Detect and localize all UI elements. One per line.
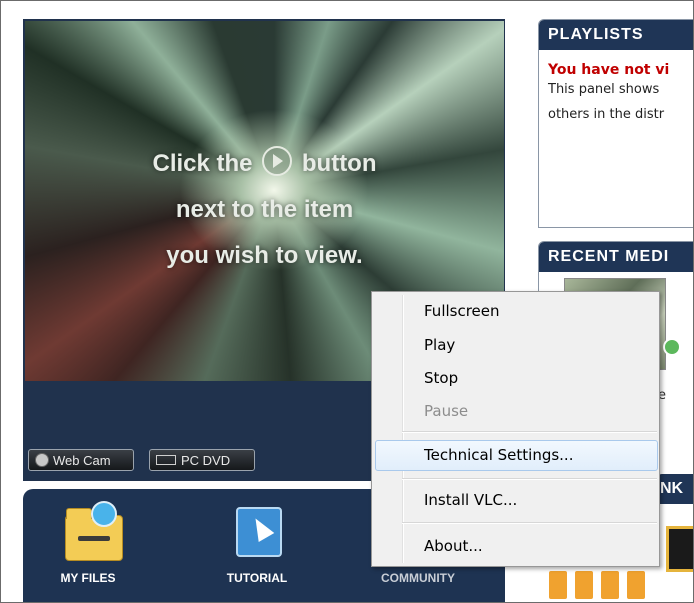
webcam-label: Web Cam [53, 453, 111, 468]
instruction-line3: you wish to view. [166, 242, 363, 269]
instruction-line1-after: button [301, 150, 377, 177]
links-panel: NK [656, 471, 693, 602]
instruction-line2: next to the item [175, 196, 354, 223]
arrow-cursor-shape [247, 513, 275, 543]
playlists-title: PLAYLISTS [539, 20, 693, 50]
pc-dvd-label: PC DVD [181, 453, 231, 468]
nav-label-community: COMMUNITY [381, 571, 455, 585]
video-instruction: Click the button next to the item you wi… [25, 141, 504, 279]
menu-separator [402, 522, 657, 524]
dvd-icon [156, 455, 176, 465]
pc-dvd-button[interactable]: PC DVD [149, 449, 255, 471]
playlists-panel: PLAYLISTS You have not vi This panel sho… [538, 19, 693, 228]
menu-item-stop[interactable]: Stop [424, 369, 458, 387]
menu-item-technical-settings[interactable]: Technical Settings... [424, 446, 573, 464]
playlists-text-line1: This panel shows [548, 82, 660, 97]
playlists-warning: You have not vi [548, 62, 670, 78]
disc-icon [91, 501, 117, 527]
links-image[interactable] [666, 526, 693, 572]
orange-bar-icon [575, 571, 593, 599]
nav-label-tutorial: TUTORIAL [226, 571, 288, 585]
menu-item-about[interactable]: About... [424, 537, 483, 555]
folder-bar [78, 536, 110, 541]
orange-bar-icon [549, 571, 567, 599]
orange-bar-icon [601, 571, 619, 599]
thumbnail-play-icon[interactable] [663, 338, 681, 356]
playlists-text-line2: others in the distr [548, 107, 665, 122]
recent-media-title: RECENT MEDI [539, 242, 693, 272]
instruction-line1-before: Click the [152, 150, 253, 177]
menu-item-pause: Pause [424, 402, 469, 420]
links-title: NK [656, 474, 693, 504]
menu-item-install-vlc[interactable]: Install VLC... [424, 491, 517, 509]
cursor-icon [236, 507, 282, 557]
app-window: Click the button next to the item you wi… [0, 0, 694, 603]
webcam-button[interactable]: Web Cam [28, 449, 134, 471]
play-icon [262, 146, 293, 176]
menu-item-play[interactable]: Play [424, 336, 455, 354]
nav-label-my-files: MY FILES [60, 571, 116, 585]
menu-item-fullscreen[interactable]: Fullscreen [424, 302, 500, 320]
webcam-icon [35, 453, 49, 467]
context-menu: Fullscreen Play Stop Pause Technical Set… [371, 291, 660, 567]
menu-separator [402, 478, 657, 480]
menu-separator [402, 431, 657, 433]
orange-bar-icon [627, 571, 645, 599]
